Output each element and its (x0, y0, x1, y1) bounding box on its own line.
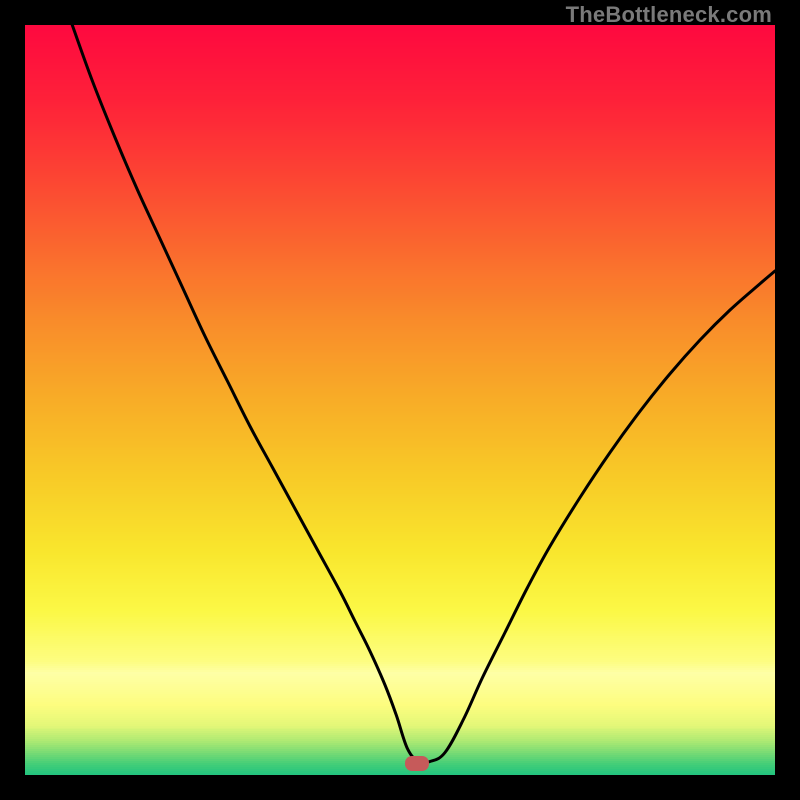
optimal-marker (405, 756, 429, 771)
chart-frame: TheBottleneck.com (0, 0, 800, 800)
bottleneck-curve (25, 25, 775, 775)
plot-area (25, 25, 775, 775)
watermark-text: TheBottleneck.com (566, 2, 772, 28)
